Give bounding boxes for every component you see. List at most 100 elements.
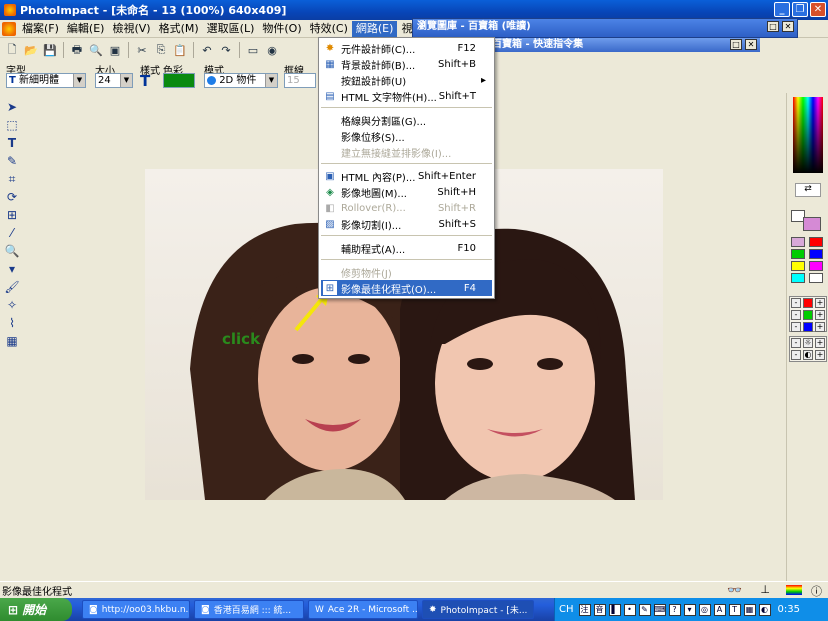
color-spectrum[interactable]	[793, 97, 823, 173]
palette-restore-button[interactable]: □	[767, 21, 779, 32]
new-file-icon[interactable]: 🗋	[4, 42, 20, 58]
swatch-cyan[interactable]	[791, 273, 805, 283]
grid-tray-icon[interactable]: ▦	[743, 603, 756, 616]
easy-palette-window[interactable]: 瀏覽圖庫 - 百寶箱 (唯讀) □ ✕	[412, 18, 798, 38]
undo-icon[interactable]: ↶	[199, 42, 215, 58]
border-field[interactable]: 15	[284, 73, 316, 88]
fill-tool-icon[interactable]: ▾	[4, 261, 20, 277]
menu-selection[interactable]: 選取區(L)	[203, 21, 259, 37]
cut-icon[interactable]: ✂	[134, 42, 150, 58]
mode-toggle-icon[interactable]: ▭	[245, 42, 261, 58]
menu-item-html-text[interactable]: ▤ HTML 文字物件(H)... Shift+T	[321, 88, 492, 104]
quick-close-button[interactable]: ✕	[745, 39, 757, 50]
chevron-down-icon[interactable]: ▼	[265, 74, 277, 87]
punctuation-icon[interactable]: •	[623, 603, 636, 616]
menu-view[interactable]: 檢視(V)	[108, 21, 154, 37]
glasses-icon[interactable]: 👓	[727, 583, 742, 597]
options-icon[interactable]: ▾	[683, 603, 696, 616]
menu-item-image-optimizer[interactable]: ⊞ 影像最佳化程式(O)... F4	[321, 280, 492, 296]
restore-button[interactable]: ❐	[792, 2, 808, 17]
plus-icon[interactable]: +	[815, 338, 825, 348]
copy-icon[interactable]: ⎘	[153, 42, 169, 58]
task-browser-1[interactable]: ◙ http://oo03.hkbu.n...	[82, 600, 190, 619]
task-photoimpact[interactable]: ✸ PhotoImpact - [未...	[422, 600, 534, 619]
paste-icon[interactable]: 📋	[172, 42, 188, 58]
menu-item-html-properties[interactable]: ▣ HTML 內容(P)... Shift+Enter	[321, 168, 492, 184]
zoom-dropdown-icon[interactable]: ◉	[264, 42, 280, 58]
zoom-tool-icon[interactable]: 🔍	[4, 243, 20, 259]
mode-select[interactable]: 2D 物件 ▼	[204, 73, 278, 88]
transform-tool-icon[interactable]: ⟳	[4, 189, 20, 205]
minimize-button[interactable]: _	[774, 2, 790, 17]
menu-item-image-shift[interactable]: 影像位移(S)...	[321, 128, 492, 144]
swatch-white[interactable]	[809, 273, 823, 283]
info-icon[interactable]: ⓘ	[811, 583, 822, 599]
quick-restore-button[interactable]: □	[730, 39, 742, 50]
open-folder-icon[interactable]: 📂	[23, 42, 39, 58]
color-mode-icon[interactable]	[786, 585, 802, 595]
save-icon[interactable]: 💾	[42, 42, 58, 58]
menu-item-image-slicer[interactable]: ▨ 影像切割(I)... Shift+S	[321, 216, 492, 232]
background-swatch[interactable]	[803, 217, 821, 231]
menu-item-image-map[interactable]: ◈ 影像地圖(M)... Shift+H	[321, 184, 492, 200]
color-swatch[interactable]	[163, 73, 195, 88]
swatch-green[interactable]	[791, 249, 805, 259]
menu-object[interactable]: 物件(O)	[258, 21, 305, 37]
help-icon[interactable]: ?	[668, 603, 681, 616]
minus-icon[interactable]: -	[791, 338, 801, 348]
eyedropper-icon[interactable]: ⁄	[4, 225, 20, 241]
font-tool-icon[interactable]: A	[713, 603, 726, 616]
palette-tray-icon[interactable]: ◐	[758, 603, 771, 616]
app-icon[interactable]	[4, 4, 16, 16]
print-icon[interactable]: 🖶	[69, 42, 85, 58]
menu-item-seamless-tile[interactable]: 建立無接縫並排影像(I)...	[321, 144, 492, 160]
swatch-magenta[interactable]	[809, 261, 823, 271]
pick-tool-icon[interactable]: ➤	[4, 99, 20, 115]
menu-item-component-designer[interactable]: ✸ 元件設計師(C)... F12	[321, 40, 492, 56]
antivirus-icon[interactable]: ◎	[698, 603, 711, 616]
text-tool-icon[interactable]: T	[4, 135, 20, 151]
ruler-icon[interactable]: ⊥	[760, 583, 770, 596]
plus-icon[interactable]: +	[815, 310, 825, 320]
pen-icon[interactable]: ✎	[638, 603, 651, 616]
swatch-red[interactable]	[809, 237, 823, 247]
minus-icon[interactable]: -	[791, 298, 801, 308]
font-select[interactable]: T 新細明體 ▼	[6, 73, 86, 88]
menu-item-rollover[interactable]: ◧ Rollover(R)... Shift+R	[321, 200, 492, 216]
swatch-pink[interactable]	[791, 237, 805, 247]
swatch-blue[interactable]	[809, 249, 823, 259]
pen-tool-icon[interactable]: ✎	[4, 153, 20, 169]
chevron-down-icon[interactable]: ▼	[73, 74, 85, 87]
crop-tool-icon[interactable]: ⌗	[4, 171, 20, 187]
palette-close-button[interactable]: ✕	[782, 21, 794, 32]
size-select[interactable]: 24 ▼	[95, 73, 133, 88]
slice-tool-icon[interactable]: ⊞	[4, 207, 20, 223]
minus-icon[interactable]: -	[791, 350, 801, 360]
swap-colors-button[interactable]: ⇄	[795, 183, 821, 197]
chevron-down-icon[interactable]: ▼	[120, 74, 132, 87]
fullwidth-icon[interactable]: ▌	[608, 603, 621, 616]
task-word[interactable]: W Ace 2R - Microsoft ...	[308, 600, 418, 619]
menu-format[interactable]: 格式(M)	[155, 21, 203, 37]
retouch-icon[interactable]: ⌇	[4, 315, 20, 331]
start-button[interactable]: ⊞ 開始	[0, 598, 72, 621]
scan-icon[interactable]: ▣	[107, 42, 123, 58]
minus-icon[interactable]: -	[791, 322, 801, 332]
close-button[interactable]: ✕	[810, 2, 826, 17]
minus-icon[interactable]: -	[791, 310, 801, 320]
plus-icon[interactable]: +	[815, 322, 825, 332]
document-icon[interactable]	[2, 21, 16, 36]
redo-icon[interactable]: ↷	[218, 42, 234, 58]
text-style-icon[interactable]: T	[140, 72, 150, 90]
menu-effect[interactable]: 特效(C)	[306, 21, 352, 37]
gradient-tool-icon[interactable]: ▦	[4, 333, 20, 349]
print-preview-icon[interactable]: 🔍	[88, 42, 104, 58]
menu-item-button-designer[interactable]: 按鈕設計師(U) ▸	[321, 72, 492, 88]
clone-brush-icon[interactable]: ✧	[4, 297, 20, 313]
menu-item-trim-object[interactable]: 修剪物件(J)	[321, 264, 492, 280]
menu-item-assistant[interactable]: 輔助程式(A)... F10	[321, 240, 492, 256]
menu-file[interactable]: 檔案(F)	[18, 21, 63, 37]
menu-edit[interactable]: 編輯(E)	[63, 21, 109, 37]
ime-icon[interactable]: 注	[578, 603, 591, 616]
paint-brush-icon[interactable]: 🖌	[4, 279, 20, 295]
